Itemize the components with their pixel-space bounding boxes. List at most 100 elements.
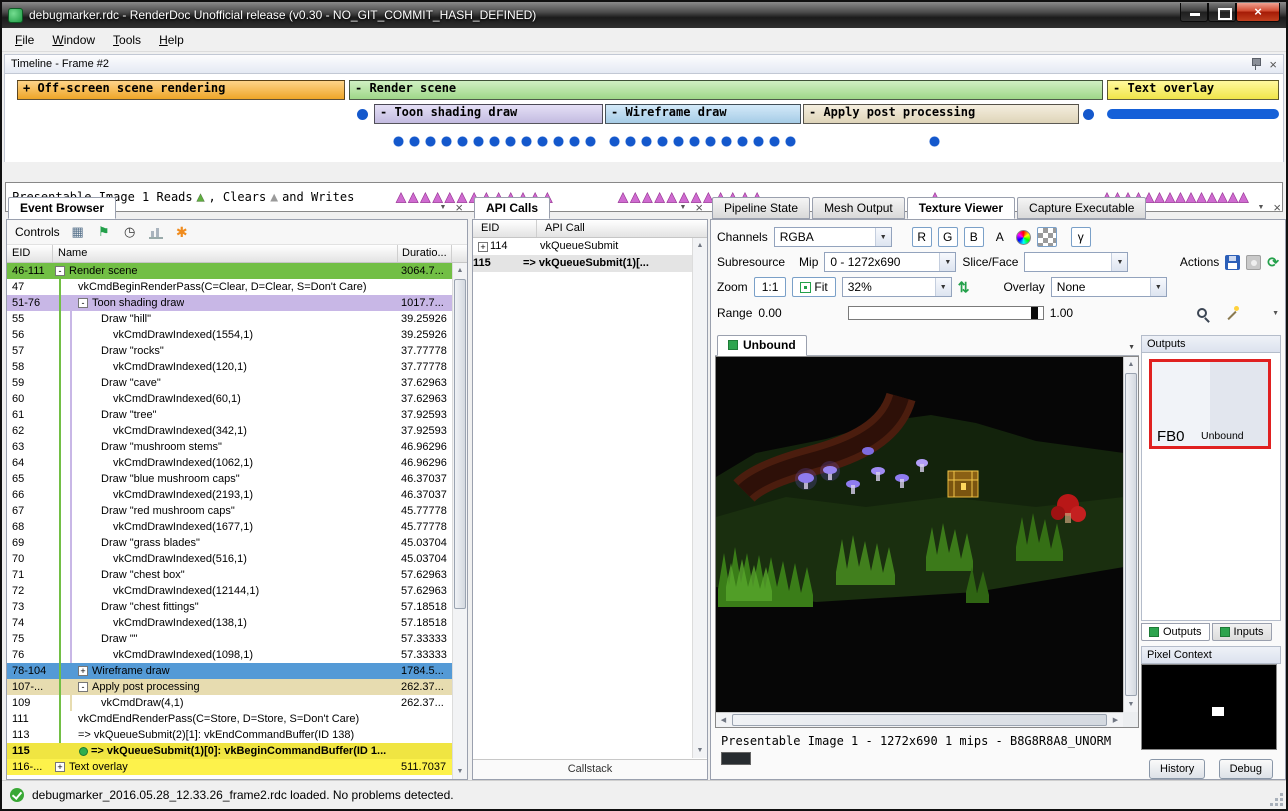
event-row[interactable]: 67 Draw "red mushroom caps" 45.77778 — [7, 503, 452, 519]
panel-tab[interactable]: Capture Executable — [1017, 197, 1146, 219]
scroll-down-icon[interactable] — [453, 764, 467, 779]
outputs-tab[interactable]: Outputs — [1141, 623, 1210, 641]
panel-close-icon[interactable]: × — [455, 203, 463, 212]
maximize-button[interactable] — [1208, 3, 1236, 22]
scroll-right-icon[interactable] — [1108, 713, 1123, 727]
event-row[interactable]: 111 vkCmdEndRenderPass(C=Store, D=Store,… — [7, 711, 452, 727]
time-draws-icon[interactable]: ◷ — [122, 224, 138, 240]
alpha-channel-button[interactable]: A — [990, 227, 1010, 247]
expander-icon[interactable]: + — [55, 762, 65, 772]
event-row[interactable]: 71 Draw "chest box" 57.62963 — [7, 567, 452, 583]
tab-unbound-texture[interactable]: Unbound — [717, 335, 807, 356]
event-row[interactable]: 63 Draw "mushroom stems" 46.96296 — [7, 439, 452, 455]
zoom-1to1-button[interactable]: 1:1 — [754, 277, 787, 297]
event-row[interactable]: 59 Draw "cave" 37.62963 — [7, 375, 452, 391]
expander-icon[interactable]: - — [78, 298, 88, 308]
menu-item[interactable]: File — [6, 30, 43, 50]
event-row[interactable]: 65 Draw "blue mushroom caps" 46.37037 — [7, 471, 452, 487]
panel-tab[interactable]: Texture Viewer — [907, 197, 1015, 219]
mip-select[interactable]: 0 - 1272x690 ▼ — [824, 252, 956, 272]
checkerboard-background-button[interactable] — [1037, 227, 1057, 247]
range-options-arrow-icon[interactable]: ▼ — [1272, 310, 1279, 317]
close-button[interactable]: × — [1236, 3, 1280, 22]
event-row[interactable]: 51-76 - Toon shading draw 1017.7... — [7, 295, 452, 311]
timeline-bar-wireframe[interactable]: - Wireframe draw — [605, 104, 801, 124]
api-call-row[interactable]: + 114 vkQueueSubmit — [473, 238, 692, 255]
event-row[interactable]: 66 vkCmdDrawIndexed(2193,1) 46.37037 — [7, 487, 452, 503]
scroll-up-icon[interactable] — [693, 238, 707, 253]
texture-image[interactable] — [716, 357, 1124, 713]
event-row[interactable]: 56 vkCmdDrawIndexed(1554,1) 39.25926 — [7, 327, 452, 343]
event-row[interactable]: 46-111 - Render scene 3064.7... — [7, 263, 452, 279]
column-name[interactable]: Name — [53, 245, 398, 262]
bookmark-icon[interactable]: ⚑ — [96, 224, 112, 240]
save-texture-icon[interactable] — [1225, 255, 1240, 270]
resize-grip[interactable] — [1272, 795, 1284, 807]
event-row[interactable]: 72 vkCmdDrawIndexed(12144,1) 57.62963 — [7, 583, 452, 599]
scroll-up-icon[interactable] — [1124, 357, 1138, 372]
event-row[interactable]: 47 vkCmdBeginRenderPass(C=Clear, D=Clear… — [7, 279, 452, 295]
event-row[interactable]: 64 vkCmdDrawIndexed(1062,1) 46.96296 — [7, 455, 452, 471]
range-slider[interactable] — [848, 306, 1044, 320]
texture-list-arrow-icon[interactable]: ▼ — [1128, 344, 1135, 351]
scroll-down-icon[interactable] — [1124, 697, 1138, 712]
gamma-button[interactable]: γ — [1071, 227, 1091, 247]
event-browser-scrollbar[interactable] — [452, 263, 467, 779]
event-row[interactable]: 76 vkCmdDrawIndexed(1098,1) 57.33333 — [7, 647, 452, 663]
event-row[interactable]: 107-... - Apply post processing 262.37..… — [7, 679, 452, 695]
options-icon[interactable]: ✱ — [174, 224, 190, 240]
event-row[interactable]: 70 vkCmdDrawIndexed(516,1) 45.03704 — [7, 551, 452, 567]
panel-menu-icon[interactable]: ▼ — [679, 204, 686, 211]
event-row[interactable]: 60 vkCmdDrawIndexed(60,1) 37.62963 — [7, 391, 452, 407]
event-row[interactable]: 75 Draw "" 57.33333 — [7, 631, 452, 647]
expander-icon[interactable]: + — [478, 242, 488, 252]
expander-icon[interactable]: - — [55, 266, 65, 276]
event-row[interactable]: 109 vkCmdDraw(4,1) 262.37... — [7, 695, 452, 711]
zoom-range-icon[interactable] — [1197, 308, 1207, 318]
pin-icon[interactable] — [1251, 58, 1260, 71]
autofit-wand-icon[interactable] — [1225, 306, 1240, 321]
panel-menu-icon[interactable]: ▼ — [1257, 204, 1264, 211]
texture-vertical-scrollbar[interactable] — [1123, 357, 1138, 712]
scroll-left-icon[interactable] — [716, 713, 731, 727]
panel-close-icon[interactable]: × — [695, 203, 703, 212]
event-row[interactable]: 57 Draw "rocks" 37.77778 — [7, 343, 452, 359]
api-call-row[interactable]: 115 => vkQueueSubmit(1)[... — [473, 255, 692, 272]
event-row[interactable]: 58 vkCmdDrawIndexed(120,1) 37.77778 — [7, 359, 452, 375]
event-row[interactable]: 73 Draw "chest fittings" 57.18518 — [7, 599, 452, 615]
post-processing-event-dot[interactable] — [929, 136, 945, 147]
event-row[interactable]: 62 vkCmdDrawIndexed(342,1) 37.92593 — [7, 423, 452, 439]
wireframe-draw-event-dots[interactable] — [609, 136, 801, 147]
panel-tab[interactable]: Pipeline State — [712, 197, 810, 219]
red-channel-button[interactable]: R — [912, 227, 932, 247]
screenshot-icon[interactable] — [1246, 255, 1261, 270]
blue-channel-button[interactable]: B — [964, 227, 984, 247]
tab-api-calls[interactable]: API Calls — [474, 197, 550, 219]
column-duration[interactable]: Duratio... — [398, 245, 452, 262]
channels-select[interactable]: RGBA ▼ — [774, 227, 892, 247]
toon-draw-event-dots[interactable] — [393, 136, 601, 147]
range-handle[interactable] — [1031, 307, 1038, 319]
column-api-call[interactable]: API Call — [537, 220, 707, 237]
tab-event-browser[interactable]: Event Browser — [8, 197, 116, 219]
refresh-icon[interactable]: ⟳ — [1267, 254, 1279, 271]
event-dot[interactable] — [1083, 109, 1094, 120]
event-dot[interactable] — [357, 109, 368, 120]
zoom-select[interactable]: 32% ▼ — [842, 277, 952, 297]
panel-menu-icon[interactable]: ▼ — [439, 204, 446, 211]
panel-tab[interactable]: Mesh Output — [812, 197, 905, 219]
event-row[interactable]: 61 Draw "tree" 37.92593 — [7, 407, 452, 423]
event-row[interactable]: 74 vkCmdDrawIndexed(138,1) 57.18518 — [7, 615, 452, 631]
event-row[interactable]: 115 => vkQueueSubmit(1)[0]: vkBeginComma… — [7, 743, 452, 759]
event-row[interactable]: 69 Draw "grass blades" 45.03704 — [7, 535, 452, 551]
texture-display[interactable] — [715, 356, 1139, 728]
flip-y-icon[interactable]: ⇅ — [958, 279, 970, 296]
timeline-bar-text-overlay[interactable]: - Text overlay — [1107, 80, 1279, 100]
menu-item[interactable]: Help — [150, 30, 193, 50]
expander-icon[interactable]: + — [78, 666, 88, 676]
expander-icon[interactable]: - — [78, 682, 88, 692]
panel-close-icon[interactable]: × — [1273, 203, 1281, 212]
timeline-close-icon[interactable]: × — [1269, 60, 1277, 69]
column-eid[interactable]: EID — [473, 220, 537, 237]
overlay-select[interactable]: None ▼ — [1051, 277, 1167, 297]
